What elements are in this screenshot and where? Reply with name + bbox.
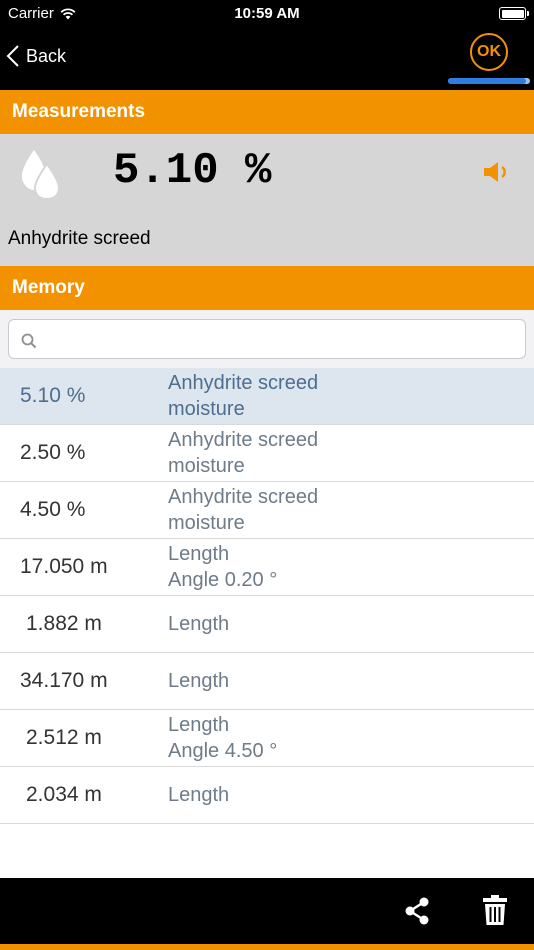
item-description: Length: [168, 653, 408, 709]
back-label: Back: [26, 45, 67, 66]
status-bar: Carrier 10:59 AM: [0, 0, 534, 28]
measurement-value: 5.10 %: [113, 146, 272, 196]
moisture-drop-icon: [22, 150, 60, 200]
list-item[interactable]: 5.10 % Anhydrite screed moisture: [0, 368, 534, 425]
material-label: Anhydrite screed: [8, 228, 151, 249]
toolbar-accent-strip: [0, 944, 534, 950]
bottom-toolbar: [0, 878, 534, 950]
item-description: Length: [168, 767, 408, 823]
item-line1: Length: [168, 714, 230, 736]
item-value: 1.882 m: [26, 612, 102, 635]
item-description: Length Angle 4.50 °: [168, 710, 408, 766]
item-line2: moisture: [168, 398, 245, 420]
item-line2: Angle 0.20 °: [168, 569, 278, 591]
item-line2: Angle 4.50 °: [168, 740, 278, 762]
search-area: [0, 310, 534, 368]
item-line1: Anhydrite screed: [168, 429, 319, 451]
progress-bar: [448, 78, 530, 84]
memory-title: Memory: [12, 277, 85, 298]
list-item[interactable]: 17.050 m Length Angle 0.20 °: [0, 539, 534, 596]
item-value: 34.170 m: [20, 669, 108, 692]
item-line1: Length: [168, 543, 230, 565]
item-line1: Anhydrite screed: [168, 486, 319, 508]
nav-bar: Back OK: [0, 28, 534, 90]
measurements-header: Measurements: [0, 90, 534, 134]
item-value: 17.050 m: [20, 555, 108, 578]
measurement-panel: 5.10 % Anhydrite screed: [0, 134, 534, 266]
battery-icon: [499, 7, 529, 20]
item-value: 2.512 m: [26, 726, 102, 749]
item-line1: Length: [168, 613, 230, 635]
memory-list: 5.10 % Anhydrite screed moisture 2.50 % …: [0, 368, 534, 824]
list-item[interactable]: 2.034 m Length: [0, 767, 534, 824]
chevron-left-icon: [6, 45, 19, 67]
list-item[interactable]: 4.50 % Anhydrite screed moisture: [0, 482, 534, 539]
memory-header: Memory: [0, 266, 534, 310]
item-description: Anhydrite screed moisture: [168, 482, 408, 538]
trash-icon[interactable]: [482, 894, 508, 926]
search-icon: [21, 333, 37, 349]
item-value: 2.50 %: [20, 441, 86, 464]
speaker-icon[interactable]: [482, 160, 512, 184]
item-description: Length Angle 0.20 °: [168, 539, 408, 595]
item-value: 4.50 %: [20, 498, 86, 521]
item-line1: Anhydrite screed: [168, 372, 319, 394]
list-item[interactable]: 1.882 m Length: [0, 596, 534, 653]
item-value: 2.034 m: [26, 783, 102, 806]
item-description: Length: [168, 596, 408, 652]
item-value: 5.10 %: [20, 384, 86, 407]
item-description: Anhydrite screed moisture: [168, 425, 408, 481]
measurements-title: Measurements: [12, 101, 146, 122]
ok-button[interactable]: OK: [470, 33, 508, 71]
search-input[interactable]: [45, 326, 515, 352]
share-icon[interactable]: [402, 896, 432, 926]
list-item[interactable]: 34.170 m Length: [0, 653, 534, 710]
search-box[interactable]: [8, 319, 526, 359]
item-description: Anhydrite screed moisture: [168, 368, 408, 424]
item-line2: moisture: [168, 455, 245, 477]
item-line1: Length: [168, 784, 230, 806]
status-time: 10:59 AM: [234, 5, 300, 22]
back-button[interactable]: Back: [6, 44, 66, 68]
item-line1: Length: [168, 670, 230, 692]
list-item[interactable]: 2.512 m Length Angle 4.50 °: [0, 710, 534, 767]
list-item[interactable]: 2.50 % Anhydrite screed moisture: [0, 425, 534, 482]
progress-fill: [448, 78, 526, 84]
item-line2: moisture: [168, 512, 245, 534]
